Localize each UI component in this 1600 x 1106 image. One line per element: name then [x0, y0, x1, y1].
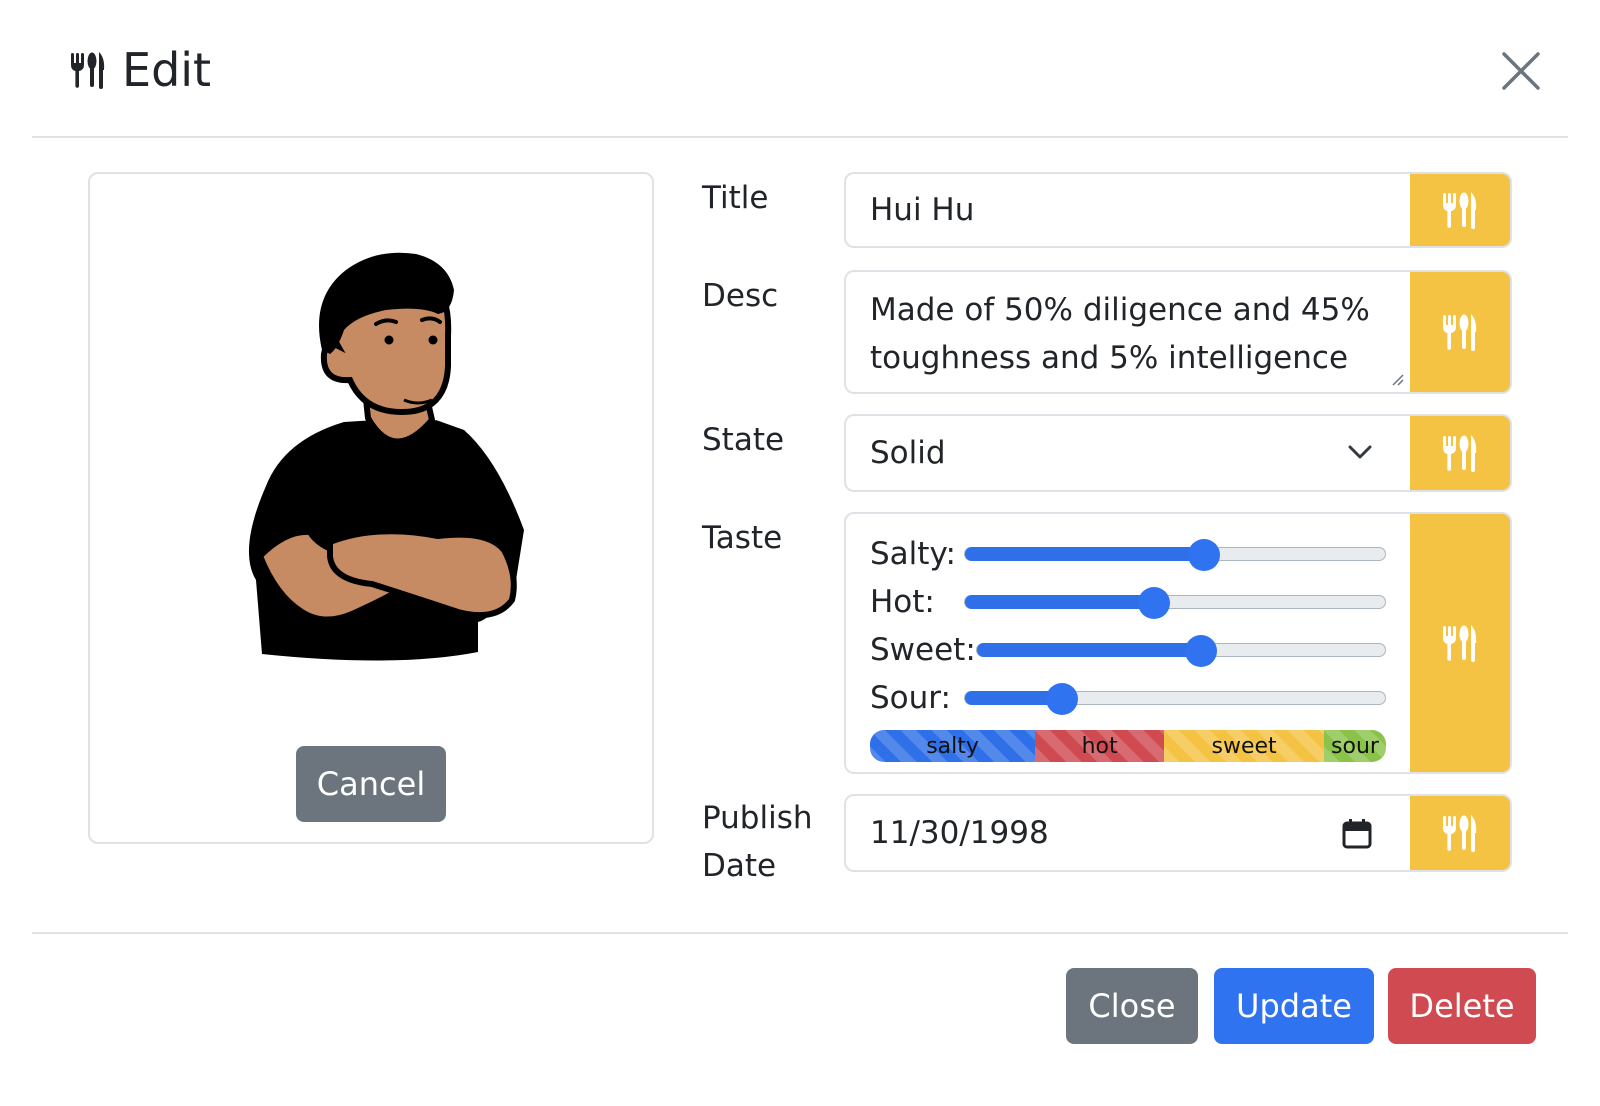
title-label: Title — [702, 180, 769, 216]
state-select[interactable]: Solid — [844, 414, 1410, 492]
sweet-slider-fill — [977, 643, 1202, 657]
publish-date-addon-button[interactable] — [1410, 794, 1512, 872]
desc-textarea[interactable]: Made of 50% diligence and 45% toughness … — [844, 270, 1410, 394]
taste-segment-salty: salty — [870, 730, 1036, 762]
hot-slider[interactable] — [964, 587, 1386, 619]
edit-modal: Edit Cancel Title Hui Hu Desc Made of 50… — [0, 0, 1600, 1106]
modal-title-text: Edit — [122, 43, 212, 97]
desc-textarea-value: Made of 50% diligence and 45% toughness … — [870, 292, 1370, 376]
sour-slider[interactable] — [964, 683, 1386, 715]
chevron-down-icon — [1348, 445, 1372, 459]
close-button[interactable]: Close — [1066, 968, 1198, 1044]
hot-slider-fill — [965, 595, 1154, 609]
taste-segment-sweet: sweet — [1164, 730, 1325, 762]
publish-date-value: 11/30/1998 — [870, 815, 1049, 851]
modal-title: Edit — [68, 40, 211, 100]
modal-footer: Close Update Delete — [32, 932, 1568, 1106]
desc-input-group: Made of 50% diligence and 45% toughness … — [844, 270, 1512, 394]
utensils-icon — [1440, 190, 1480, 230]
taste-segment-sour: sour — [1324, 730, 1386, 762]
taste-row-salty: Salty: — [870, 530, 1390, 578]
state-addon-button[interactable] — [1410, 414, 1512, 492]
publish-date-label-line1: Publish — [702, 800, 813, 836]
taste-segment-hot: hot — [1035, 730, 1165, 762]
taste-input-group: Salty: Hot: Sweet: Sour: salty hot sweet… — [844, 512, 1512, 774]
publish-date-label-line2: Date — [702, 848, 777, 884]
taste-row-sweet: Sweet: — [870, 626, 1390, 674]
publish-date-input-group: 11/30/1998 — [844, 794, 1512, 872]
salty-slider[interactable] — [964, 539, 1386, 571]
resize-handle-icon[interactable] — [1388, 370, 1404, 386]
title-input-value: Hui Hu — [870, 192, 975, 228]
calendar-icon[interactable] — [1342, 818, 1372, 850]
taste-row-sour: Sour: — [870, 674, 1390, 722]
desc-label: Desc — [702, 278, 779, 314]
sour-slider-thumb[interactable] — [1045, 683, 1078, 715]
taste-row-hot: Hot: — [870, 578, 1390, 626]
publish-date-input[interactable]: 11/30/1998 — [844, 794, 1410, 872]
sweet-label: Sweet: — [870, 632, 976, 668]
sour-label: Sour: — [870, 680, 951, 716]
state-input-group: Solid — [844, 414, 1512, 492]
sweet-slider[interactable] — [976, 635, 1386, 667]
utensils-icon — [1440, 813, 1480, 853]
publish-date-label: Publish Date — [702, 794, 813, 890]
title-input-group: Hui Hu — [844, 172, 1512, 248]
utensils-icon — [1440, 433, 1480, 473]
salty-slider-thumb[interactable] — [1188, 539, 1221, 571]
state-label: State — [702, 422, 785, 458]
taste-composition-bar: salty hot sweet sour — [870, 730, 1386, 762]
close-icon[interactable] — [1500, 50, 1542, 92]
cancel-button[interactable]: Cancel — [296, 746, 446, 822]
update-button[interactable]: Update — [1214, 968, 1374, 1044]
desc-addon-button[interactable] — [1410, 270, 1512, 394]
utensils-icon — [1440, 312, 1480, 352]
hot-label: Hot: — [870, 584, 935, 620]
title-addon-button[interactable] — [1410, 172, 1512, 248]
utensils-icon — [1440, 623, 1480, 663]
avatar-illustration — [248, 252, 524, 661]
utensils-icon — [68, 50, 108, 90]
salty-label: Salty: — [870, 536, 956, 572]
modal-header: Edit — [32, 0, 1568, 138]
hot-slider-thumb[interactable] — [1138, 587, 1170, 619]
sweet-slider-thumb[interactable] — [1185, 635, 1218, 667]
image-panel: Cancel — [88, 172, 654, 844]
taste-label: Taste — [702, 520, 783, 556]
delete-button[interactable]: Delete — [1388, 968, 1536, 1044]
taste-addon-button[interactable] — [1410, 512, 1512, 774]
salty-slider-fill — [965, 547, 1205, 561]
title-input[interactable]: Hui Hu — [844, 172, 1410, 248]
state-select-value: Solid — [870, 435, 946, 471]
taste-panel: Salty: Hot: Sweet: Sour: salty hot sweet… — [844, 512, 1410, 774]
